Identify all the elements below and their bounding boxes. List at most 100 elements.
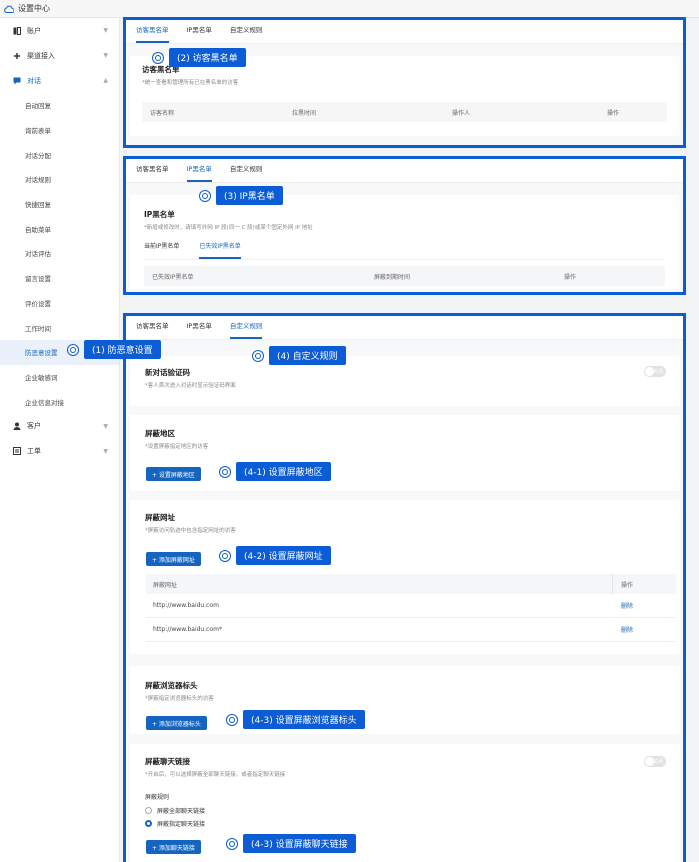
table-row: http://www.baidu.com 删除 <box>146 594 676 618</box>
callout-label: (1) 防恶意设置 <box>84 340 161 359</box>
section-title: IP黑名单 <box>144 210 175 219</box>
sidebar-item[interactable]: 工作时间 <box>0 315 119 340</box>
sidebar-group-label: 客户 <box>27 422 41 431</box>
sidebar-item[interactable]: 留言设置 <box>0 266 119 291</box>
callout-label: (4-3) 设置屏蔽浏览器标头 <box>243 710 365 729</box>
chat-icon <box>12 76 21 85</box>
col-header: 操作 <box>564 273 577 281</box>
sidebar-item[interactable]: 询前表单 <box>0 118 119 143</box>
sidebar-group-customer[interactable]: 客户 ▼ <box>0 414 119 439</box>
ip-blacklist-panel: 访客黑名单 IP黑名单 自定义规则 IP黑名单 *新增或修改时，请填写外网 IP… <box>123 156 686 295</box>
region-card: 屏蔽地区 *设置屏蔽指定地区的访客 + 设置屏蔽地区 <box>130 415 680 491</box>
subtab-current[interactable]: 当前IP黑名单 <box>144 241 179 259</box>
window-title: 设置中心 <box>18 4 50 13</box>
callout-label: (4-2) 设置屏蔽网址 <box>236 546 331 565</box>
table-header: 屏蔽网址 操作 <box>146 574 676 594</box>
sidebar-group-label: 账户 <box>27 26 41 35</box>
table-header: 访客名称 拉黑时间 操作人 操作 <box>142 102 667 122</box>
visitor-blacklist-panel: 访客黑名单 IP黑名单 自定义规则 访客黑名单 *统一查看和管理所有已在黑名单的… <box>123 17 686 148</box>
rule-label: 屏蔽规则 <box>145 794 170 801</box>
callout-region: (4-1) 设置屏蔽地区 <box>220 462 331 481</box>
section-desc: *开启后，可以选择屏蔽全部聊天链接，或者指定聊天链接 <box>145 772 286 778</box>
sidebar-item[interactable]: 自助菜单 <box>0 216 119 241</box>
delete-link[interactable]: 删除 <box>621 625 633 634</box>
sidebar-item[interactable]: 对话分配 <box>0 142 119 167</box>
url-card: 屏蔽网址 *屏蔽访问轨迹中包含指定网址的访客 + 添加屏蔽网址 屏蔽网址 操作 … <box>130 500 680 654</box>
browser-header-card: 屏蔽浏览器标头 *屏蔽指定浏览器标头的访客 + 添加浏览器标头 <box>130 666 680 734</box>
captcha-toggle[interactable]: 关闭 <box>644 366 666 377</box>
radio-icon <box>145 807 152 814</box>
radio-label: 屏蔽指定聊天链接 <box>157 821 206 828</box>
marker-dot-icon <box>153 52 163 63</box>
sidebar-group-label: 对话 <box>27 76 41 85</box>
marker-dot-icon <box>227 838 237 849</box>
tab-custom-rules[interactable]: 自定义规则 <box>230 163 263 182</box>
radio-option[interactable]: 屏蔽指定聊天链接 <box>145 819 665 828</box>
callout-label: (3) IP黑名单 <box>216 186 283 205</box>
marker-dot-icon <box>220 550 230 561</box>
cloud-logo-icon <box>4 4 14 14</box>
tab-visitor-blacklist[interactable]: 访客黑名单 <box>136 24 169 43</box>
tab-ip-blacklist[interactable]: IP黑名单 <box>187 24 212 43</box>
tab-custom-rules[interactable]: 自定义规则 <box>230 24 263 43</box>
sidebar-item[interactable]: 企业信息对接 <box>0 389 119 414</box>
sidebar-group-account[interactable]: 账户 ▼ <box>0 18 119 43</box>
add-url-button[interactable]: + 添加屏蔽网址 <box>146 552 201 566</box>
section-desc: *屏蔽指定浏览器标头的访客 <box>145 696 214 702</box>
url-cell: http://www.baidu.com* <box>153 626 222 633</box>
toggle-label: 关闭 <box>652 369 663 375</box>
sidebar-group-dialog[interactable]: 对话 ▲ <box>0 68 119 93</box>
marker-dot-icon <box>220 466 230 477</box>
callout-chat-link: (4-3) 设置屏蔽聊天链接 <box>227 834 356 853</box>
section-desc: *屏蔽访问轨迹中包含指定网址的访客 <box>145 528 236 534</box>
callout-url: (4-2) 设置屏蔽网址 <box>220 546 331 565</box>
chevron-down-icon: ▼ <box>103 447 108 455</box>
custom-rules-panel: 访客黑名单 IP黑名单 自定义规则 新对话验证码 *客人首次进入对话时显示验证码… <box>123 313 686 862</box>
section-title: 屏蔽浏览器标头 <box>145 681 198 690</box>
section-desc: *统一查看和管理所有已在黑名单的访客 <box>142 80 239 86</box>
tab-ip-blacklist[interactable]: IP黑名单 <box>186 163 212 182</box>
sidebar-group-ticket[interactable]: 工单 ▼ <box>0 439 119 464</box>
callout-visitor-blacklist: (2) 访客黑名单 <box>153 48 246 67</box>
section-title: 屏蔽聊天链接 <box>145 757 190 766</box>
ticket-icon <box>12 447 21 456</box>
radio-option[interactable]: 屏蔽全部聊天链接 <box>145 806 665 815</box>
subtab-expired[interactable]: 已失效IP黑名单 <box>199 241 241 259</box>
chat-link-toggle[interactable]: 关闭 <box>644 756 666 767</box>
tab-visitor-blacklist[interactable]: 访客黑名单 <box>136 320 169 339</box>
section-title: 新对话验证码 <box>145 368 190 377</box>
sidebar-item[interactable]: 自动回复 <box>0 93 119 118</box>
callout-label: (4) 自定义规则 <box>269 346 346 365</box>
url-table: 屏蔽网址 操作 http://www.baidu.com 删除 http://ww… <box>146 574 676 642</box>
sidebar-item[interactable]: 对话评估 <box>0 241 119 266</box>
channel-icon <box>12 51 21 60</box>
sidebar-group-label: 渠道接入 <box>27 51 55 60</box>
sidebar-item[interactable]: 对话规则 <box>0 167 119 192</box>
radio-selected-icon <box>145 820 152 827</box>
marker-dot-icon <box>227 714 237 725</box>
callout-browser-header: (4-3) 设置屏蔽浏览器标头 <box>227 710 365 729</box>
book-icon <box>12 26 21 35</box>
chevron-down-icon: ▼ <box>103 27 108 34</box>
tab-bar: 访客黑名单 IP黑名单 自定义规则 <box>126 316 683 340</box>
sidebar-item[interactable]: 评价设置 <box>0 291 119 316</box>
col-header: 访客名称 <box>150 109 175 117</box>
set-region-button[interactable]: + 设置屏蔽地区 <box>146 467 201 481</box>
add-browser-header-button[interactable]: + 添加浏览器标头 <box>146 716 207 730</box>
section-desc: *客人首次进入对话时显示验证码界面 <box>145 383 236 389</box>
chat-link-card: 屏蔽聊天链接 *开启后，可以选择屏蔽全部聊天链接，或者指定聊天链接 关闭 屏蔽规… <box>130 744 680 862</box>
chevron-down-icon: ▼ <box>103 422 108 430</box>
title-bar: 设置中心 <box>0 0 699 18</box>
tab-visitor-blacklist[interactable]: 访客黑名单 <box>136 163 169 182</box>
add-chat-link-button[interactable]: + 添加聊天链接 <box>146 840 201 854</box>
tab-custom-rules[interactable]: 自定义规则 <box>229 320 263 339</box>
tab-ip-blacklist[interactable]: IP黑名单 <box>187 320 212 339</box>
col-header: 屏蔽到期时间 <box>374 273 411 281</box>
sidebar-item[interactable]: 企业敏感词 <box>0 365 119 390</box>
marker-dot-icon <box>68 344 78 355</box>
chevron-up-icon: ▲ <box>103 77 108 84</box>
col-header: 操作 <box>607 109 620 117</box>
sidebar-item[interactable]: 快捷回复 <box>0 192 119 217</box>
delete-link[interactable]: 删除 <box>621 601 633 610</box>
sidebar-group-channel[interactable]: 渠道接入 ▼ <box>0 43 119 68</box>
